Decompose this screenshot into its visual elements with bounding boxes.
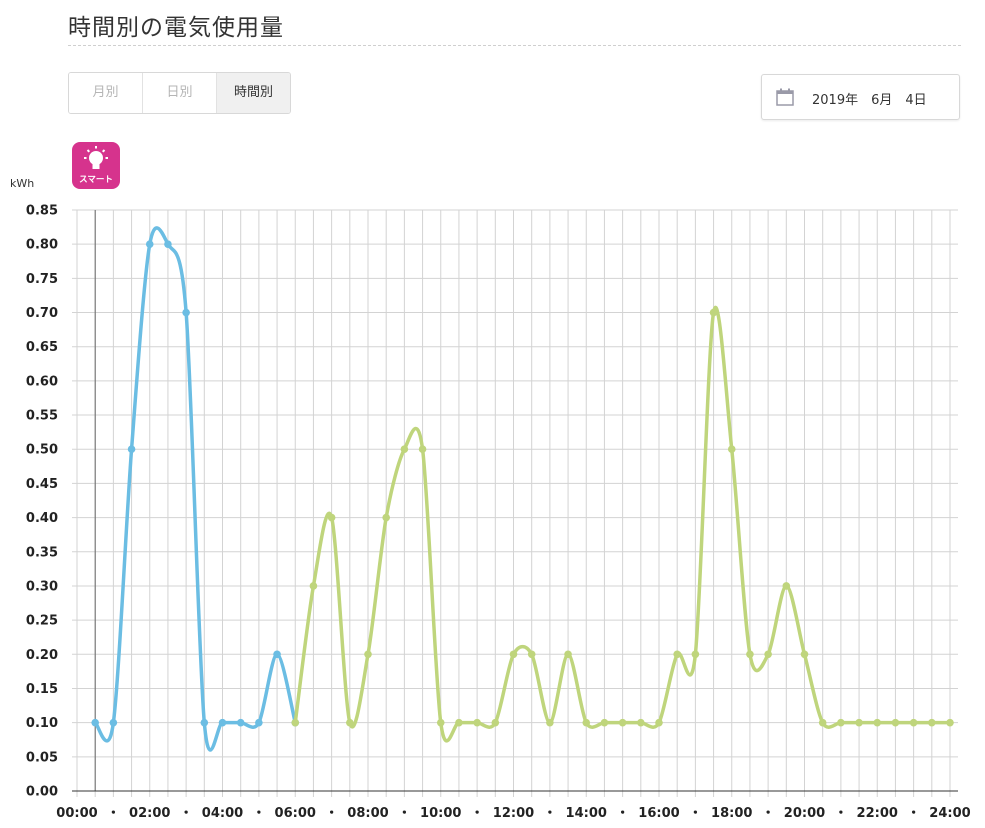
data-point xyxy=(909,718,918,727)
x-tick-label: ・ xyxy=(398,806,411,821)
x-tick-label: 00:00 xyxy=(56,806,97,821)
x-tick-label: 14:00 xyxy=(566,806,607,821)
data-point xyxy=(164,240,172,248)
y-tick-label: 0.45 xyxy=(26,477,58,492)
data-point xyxy=(800,650,809,659)
y-tick-label: 0.25 xyxy=(26,614,58,629)
x-tick-label: ・ xyxy=(180,806,193,821)
data-point xyxy=(127,445,136,454)
data-point xyxy=(364,650,372,659)
data-point xyxy=(291,718,300,727)
usage-chart: 0.00 0.05 0.10 0.15 0.20 0.25 0.30 0.35 0.40 0.45… xyxy=(26,204,971,822)
x-tick-label: ・ xyxy=(907,806,920,821)
series-line xyxy=(93,226,297,752)
y-tick-label: 0.55 xyxy=(26,409,58,424)
data-point xyxy=(327,513,336,522)
y-tick-label: 0.75 xyxy=(26,272,58,287)
x-tick-label: ・ xyxy=(689,806,702,821)
y-tick-label: 0.50 xyxy=(26,443,58,458)
data-point xyxy=(273,650,281,659)
data-point xyxy=(618,718,627,727)
y-tick-label: 0.30 xyxy=(26,579,58,594)
data-point xyxy=(928,718,936,727)
data-point xyxy=(436,718,445,727)
data-point xyxy=(236,718,245,727)
data-point xyxy=(455,718,463,727)
data-point xyxy=(382,513,390,522)
x-tick-label: 12:00 xyxy=(493,806,534,821)
data-point xyxy=(655,718,663,727)
x-tick-label: 10:00 xyxy=(420,806,461,821)
x-tick-label: ・ xyxy=(616,806,629,821)
data-point xyxy=(818,718,827,727)
data-point xyxy=(691,650,700,659)
data-point xyxy=(255,718,263,727)
data-point xyxy=(637,718,645,727)
data-point xyxy=(600,718,609,727)
x-tick-label: ・ xyxy=(834,806,847,821)
y-tick-label: 0.70 xyxy=(26,306,58,321)
data-point xyxy=(946,718,954,727)
x-tick-label: 20:00 xyxy=(784,806,825,821)
data-point xyxy=(709,308,718,317)
x-tick-label: ・ xyxy=(252,806,265,821)
data-point xyxy=(218,718,227,727)
y-tick-label: 0.65 xyxy=(26,340,58,355)
data-point xyxy=(582,718,591,727)
data-point xyxy=(473,718,481,727)
data-point xyxy=(509,650,518,659)
data-point xyxy=(764,650,772,659)
data-point xyxy=(491,718,500,727)
y-tick-label: 0.15 xyxy=(26,682,58,697)
y-tick-label: 0.20 xyxy=(26,648,58,663)
data-point xyxy=(309,582,318,590)
x-tick-label: 06:00 xyxy=(275,806,316,821)
x-tick-label: ・ xyxy=(107,806,120,821)
data-point xyxy=(400,445,409,454)
data-point xyxy=(182,308,190,317)
x-tick-label: ・ xyxy=(325,806,338,821)
x-tick-label: 22:00 xyxy=(857,806,898,821)
data-point xyxy=(727,445,736,454)
data-point xyxy=(346,718,354,727)
x-tick-label: 02:00 xyxy=(129,806,170,821)
y-tick-label: 0.05 xyxy=(26,750,58,765)
data-point xyxy=(855,718,863,727)
y-tick-label: 0.80 xyxy=(26,238,58,253)
x-tick-label: 24:00 xyxy=(929,806,970,821)
data-point xyxy=(109,718,118,727)
data-point xyxy=(546,718,554,727)
x-tick-label: 08:00 xyxy=(347,806,388,821)
data-point xyxy=(200,718,209,727)
data-point xyxy=(418,445,427,454)
x-tick-label: ・ xyxy=(543,806,556,821)
data-point xyxy=(564,650,572,659)
y-tick-label: 0.85 xyxy=(26,204,58,219)
y-tick-label: 0.00 xyxy=(26,785,58,800)
data-point xyxy=(837,718,845,727)
x-tick-label: 04:00 xyxy=(202,806,243,821)
data-point xyxy=(873,718,882,727)
x-tick-label: 16:00 xyxy=(638,806,679,821)
data-point xyxy=(527,650,536,659)
y-tick-label: 0.40 xyxy=(26,511,58,526)
data-point xyxy=(91,718,99,727)
y-tick-label: 0.60 xyxy=(26,374,58,389)
x-tick-label: 18:00 xyxy=(711,806,752,821)
data-point xyxy=(891,718,900,727)
y-tick-label: 0.35 xyxy=(26,545,58,560)
y-tick-label: 0.10 xyxy=(26,716,58,731)
data-point xyxy=(782,582,791,590)
data-point xyxy=(673,650,681,659)
data-point xyxy=(145,240,154,248)
x-tick-label: ・ xyxy=(471,806,484,821)
x-tick-label: ・ xyxy=(762,806,775,821)
data-point xyxy=(746,650,754,659)
